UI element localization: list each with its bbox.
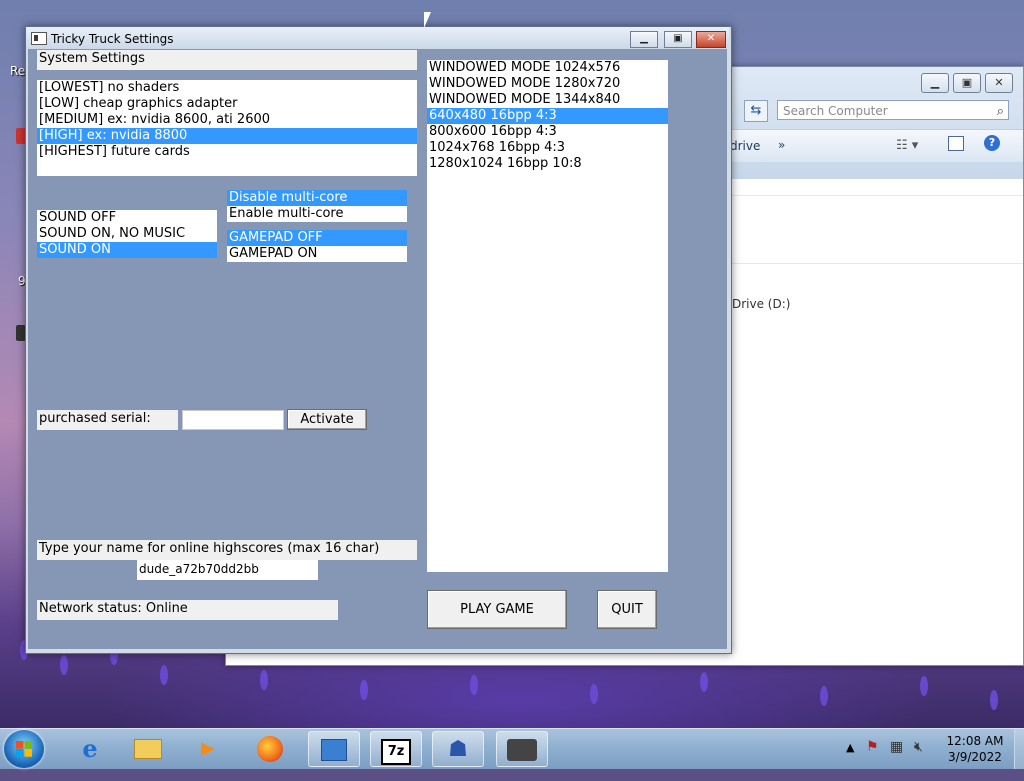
flower-decoration bbox=[990, 690, 998, 710]
resolution-option[interactable]: WINDOWED MODE 1024x576 bbox=[427, 60, 668, 76]
serial-label: purchased serial: bbox=[37, 410, 178, 430]
control-panel-icon[interactable] bbox=[308, 731, 360, 767]
flower-decoration bbox=[700, 672, 708, 692]
multicore-option-enable[interactable]: Enable multi-core bbox=[227, 206, 407, 222]
gamepad-options-list[interactable]: GAMEPAD OFF GAMEPAD ON bbox=[227, 230, 407, 262]
shader-option-low[interactable]: [LOW] cheap graphics adapter bbox=[37, 96, 417, 112]
highscore-name-label: Type your name for online highscores (ma… bbox=[37, 540, 417, 560]
shader-option-medium[interactable]: [MEDIUM] ex: nvidia 8600, ati 2600 bbox=[37, 112, 417, 128]
minimize-button[interactable]: ▁ bbox=[630, 31, 658, 48]
flower-decoration bbox=[590, 684, 598, 704]
file-explorer-icon[interactable] bbox=[122, 731, 174, 767]
clock[interactable]: 12:08 AM 3/9/2022 bbox=[940, 733, 1010, 765]
network-icon[interactable]: ▦ bbox=[890, 739, 903, 779]
quit-button[interactable]: QUIT bbox=[597, 590, 657, 629]
flower-decoration bbox=[260, 670, 268, 690]
7zip-label: 7z bbox=[381, 739, 411, 765]
tricky-truck-icon[interactable] bbox=[496, 731, 548, 767]
tricky-truck-figure-icon[interactable]: ☗ bbox=[432, 731, 484, 767]
divider bbox=[726, 195, 1023, 196]
flower-decoration bbox=[60, 655, 68, 675]
flower-decoration bbox=[920, 676, 928, 696]
flower-decoration bbox=[470, 675, 478, 695]
7zip-icon[interactable]: 7z bbox=[370, 731, 422, 767]
window-title: Tricky Truck Settings bbox=[51, 32, 174, 46]
search-placeholder: Search Computer bbox=[783, 104, 888, 118]
shader-option-highest[interactable]: [HIGHEST] future cards bbox=[37, 144, 417, 160]
network-status: Network status: Online bbox=[37, 600, 338, 620]
resolution-option[interactable]: WINDOWED MODE 1280x720 bbox=[427, 76, 668, 92]
taskbar: e ▶ 7z ☗ ▲ ⚑ ▦ 🔇︎ 12:08 AM 3/9/2022 bbox=[0, 728, 1024, 769]
show-hidden-icons-icon[interactable]: ▲ bbox=[846, 741, 854, 781]
shader-option-lowest[interactable]: [LOWEST] no shaders bbox=[37, 80, 417, 96]
flower-decoration bbox=[360, 680, 368, 700]
explorer-maximize-button[interactable]: ▣ bbox=[953, 73, 981, 93]
system-settings-label: System Settings bbox=[37, 50, 417, 70]
flower-decoration bbox=[820, 686, 828, 706]
change-view-icon[interactable]: ☷ ▾ bbox=[896, 138, 918, 153]
close-button[interactable]: ✕ bbox=[696, 31, 726, 48]
window-titlebar[interactable]: Tricky Truck Settings ▁ ▣ ✕ bbox=[26, 27, 729, 49]
mouse-cursor-icon bbox=[424, 12, 431, 28]
divider bbox=[726, 263, 1023, 264]
start-button[interactable] bbox=[4, 730, 44, 768]
multicore-option-disable[interactable]: Disable multi-core bbox=[227, 190, 407, 206]
explorer-close-button[interactable]: ✕ bbox=[985, 73, 1013, 93]
resolution-option[interactable]: 800x600 16bpp 4:3 bbox=[427, 124, 668, 140]
highscore-name-input[interactable]: dude_a72b70dd2bb bbox=[137, 560, 318, 580]
desktop-icon-label-recycle[interactable]: Re bbox=[10, 64, 25, 78]
serial-input[interactable] bbox=[182, 410, 284, 430]
toolbar-more-chevron-icon[interactable]: » bbox=[778, 138, 785, 152]
clock-date: 3/9/2022 bbox=[948, 750, 1002, 764]
toolbar-drive-item[interactable]: drive bbox=[730, 139, 760, 153]
gamepad-option-on[interactable]: GAMEPAD ON bbox=[227, 246, 407, 262]
firefox-icon[interactable] bbox=[244, 731, 296, 767]
sound-option-off[interactable]: SOUND OFF bbox=[37, 210, 217, 226]
sound-options-list[interactable]: SOUND OFF SOUND ON, NO MUSIC SOUND ON bbox=[37, 210, 217, 258]
search-input[interactable]: Search Computer ⌕ bbox=[777, 100, 1009, 120]
shader-option-high[interactable]: [HIGH] ex: nvidia 8800 bbox=[37, 128, 417, 144]
sound-option-no-music[interactable]: SOUND ON, NO MUSIC bbox=[37, 226, 217, 242]
resolution-option[interactable]: 1024x768 16bpp 4:3 bbox=[427, 140, 668, 156]
sound-option-on[interactable]: SOUND ON bbox=[37, 242, 217, 258]
action-center-icon[interactable]: ⚑ bbox=[866, 739, 879, 779]
drive-d-item[interactable]: Drive (D:) bbox=[732, 297, 790, 311]
maximize-button[interactable]: ▣ bbox=[664, 31, 692, 48]
refresh-button[interactable]: ⇆ bbox=[744, 100, 768, 122]
clock-time: 12:08 AM bbox=[946, 734, 1004, 748]
activate-button[interactable]: Activate bbox=[287, 409, 367, 430]
media-player-icon[interactable]: ▶ bbox=[182, 731, 234, 767]
explorer-minimize-button[interactable]: ▁ bbox=[921, 73, 949, 93]
show-desktop-button[interactable] bbox=[1014, 729, 1024, 769]
help-icon[interactable]: ? bbox=[984, 135, 1000, 151]
preview-pane-icon[interactable] bbox=[948, 136, 964, 151]
multicore-options-list[interactable]: Disable multi-core Enable multi-core bbox=[227, 190, 407, 222]
volume-muted-icon[interactable]: 🔇︎ bbox=[914, 739, 923, 779]
resolution-option[interactable]: 1280x1024 16bpp 10:8 bbox=[427, 156, 668, 172]
internet-explorer-icon[interactable]: e bbox=[64, 731, 116, 767]
app-window-icon bbox=[31, 32, 47, 45]
resolution-list[interactable]: WINDOWED MODE 1024x576 WINDOWED MODE 128… bbox=[427, 60, 668, 572]
resolution-option-selected[interactable]: 640x480 16bpp 4:3 bbox=[427, 108, 668, 124]
drive-d-label: Drive (D:) bbox=[732, 297, 791, 311]
gamepad-option-off[interactable]: GAMEPAD OFF bbox=[227, 230, 407, 246]
shader-quality-list[interactable]: [LOWEST] no shaders [LOW] cheap graphics… bbox=[37, 80, 417, 176]
flower-decoration bbox=[160, 665, 168, 685]
play-game-button[interactable]: PLAY GAME bbox=[427, 590, 567, 629]
search-icon[interactable]: ⌕ bbox=[997, 102, 1004, 122]
resolution-option[interactable]: WINDOWED MODE 1344x840 bbox=[427, 92, 668, 108]
